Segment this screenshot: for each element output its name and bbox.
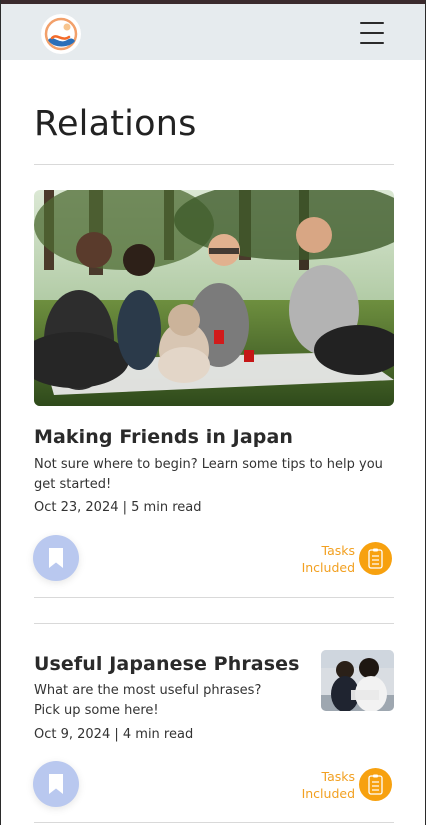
menu-bar-bottom [360,42,384,44]
article-divider [34,822,394,823]
section-divider [34,623,394,624]
bookmark-icon [49,548,63,568]
article-thumbnail-image[interactable] [321,650,394,711]
bookmark-button[interactable] [33,761,79,807]
article-description-line2: Pick up some here! [34,703,159,718]
article-title[interactable]: Useful Japanese Phrases [34,653,300,675]
bookmark-button[interactable] [33,535,79,581]
tasks-included-label: Tasks Included [295,768,355,802]
brand-logo-icon[interactable] [41,14,81,54]
tasks-badge [359,768,392,801]
tasks-label-line2: Included [301,786,355,801]
article-description: Not sure where to begin? Learn some tips… [34,457,383,492]
article-title[interactable]: Making Friends in Japan [34,426,293,448]
tasks-checklist-icon [368,548,383,569]
hamburger-menu-icon[interactable] [360,18,384,46]
article-hero-image[interactable] [34,190,394,406]
article-meta: Oct 23, 2024 | 5 min read [34,500,202,515]
title-divider [34,164,394,165]
menu-bar-top [360,22,384,24]
tasks-checklist-icon [368,774,383,795]
tasks-included-label: Tasks Included [295,542,355,576]
app-frame: Relations Making Friends in Japan Not su… [0,0,426,825]
article-description-line1: What are the most useful phrases? [34,683,262,698]
menu-bar-middle [360,32,384,34]
top-header [1,4,425,60]
article-meta: Oct 9, 2024 | 4 min read [34,727,194,742]
tasks-label-line2: Included [301,560,355,575]
tasks-label-line1: Tasks [321,769,356,784]
article-description: What are the most useful phrases? Pick u… [34,681,294,721]
page-title: Relations [34,104,197,144]
tasks-label-line1: Tasks [321,543,356,558]
bookmark-icon [49,774,63,794]
tasks-badge [359,542,392,575]
article-divider [34,597,394,598]
